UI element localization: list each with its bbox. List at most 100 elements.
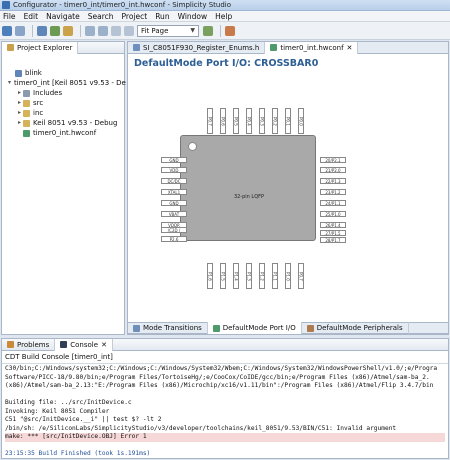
toolbar-separator	[80, 24, 81, 37]
menu-help[interactable]: Help	[215, 12, 232, 21]
tree-item-blink[interactable]: blink	[8, 68, 122, 78]
tab-project-explorer[interactable]: Project Explorer	[2, 41, 79, 54]
tab-mode-transitions[interactable]: Mode Transitions	[128, 322, 208, 334]
chip-pin[interactable]: 26/P1.4	[320, 222, 346, 228]
tree-item-hwconf[interactable]: timer0_int.hwconf	[8, 128, 122, 138]
chip-pin[interactable]: 27/P1.5	[320, 230, 346, 236]
tree-item-includes[interactable]: ▸ Includes	[8, 88, 122, 98]
chip-pin[interactable]: P0.7	[207, 108, 213, 134]
chip-pin[interactable]: P0.1	[285, 108, 291, 134]
chip-pin[interactable]: P1.2	[259, 263, 265, 289]
header-file-icon	[133, 44, 140, 51]
chip-pin[interactable]: DC/DC	[161, 178, 187, 184]
menu-window[interactable]: Window	[178, 12, 208, 21]
menu-edit[interactable]: Edit	[24, 12, 39, 21]
console-line: Building file: ../src/InitDevice.c	[5, 399, 132, 406]
chip-pin[interactable]: GND	[161, 157, 187, 163]
chip-pin[interactable]: GND	[161, 200, 187, 206]
tab-hwconf[interactable]: timer0_int.hwconf ✕	[265, 41, 359, 54]
home-icon[interactable]	[2, 25, 12, 36]
port-io-icon	[212, 324, 220, 332]
hwconf-file-icon	[270, 44, 278, 51]
chip-body[interactable]: 32-pin LQFP	[180, 135, 316, 241]
chip-pin[interactable]: /C2D /	[161, 227, 187, 233]
chip-pin[interactable]: 24/P1.1	[320, 200, 346, 206]
chip-pin[interactable]: P1.4	[233, 263, 239, 289]
tree-collapse-icon[interactable]: ▸	[16, 118, 23, 128]
console-status-line: 23:15:35 Build Finished (took 1s.191ms)	[5, 450, 151, 457]
tree-collapse-icon[interactable]: ▸	[16, 98, 23, 108]
chip-pin[interactable]: VBAT	[161, 211, 187, 217]
zoom-out-icon[interactable]	[98, 25, 108, 36]
menu-file[interactable]: File	[3, 12, 16, 21]
new-icon[interactable]	[15, 25, 25, 36]
chip-pin[interactable]: P0.6	[220, 108, 226, 134]
tree-item-src[interactable]: ▸ src	[8, 98, 122, 108]
menu-search[interactable]: Search	[88, 12, 114, 21]
align-icon[interactable]	[111, 25, 121, 36]
tab-problems[interactable]: Problems	[2, 338, 56, 351]
zoom-in-icon[interactable]	[85, 25, 95, 36]
console-output[interactable]: C30/bin;C:/Windows/system32;C:/Windows;C…	[2, 364, 448, 460]
chip-pin[interactable]: 28/P1.7	[320, 237, 346, 243]
chip-pin[interactable]: P0.5	[233, 108, 239, 134]
chip-pin[interactable]: 22/P1.3	[320, 178, 346, 184]
chip-pin[interactable]: P0.2	[272, 108, 278, 134]
project-icon	[15, 69, 22, 77]
tab-register-enums[interactable]: SI_C8051F930_Register_Enums.h	[128, 41, 266, 54]
project-explorer-panel: Project Explorer blink ▾ timer0_int [Kei…	[1, 41, 126, 335]
tab-label: Mode Transitions	[143, 324, 202, 332]
chip-pin[interactable]: P0.7	[298, 263, 304, 289]
chip-pin[interactable]: 23/P1.2	[320, 189, 346, 195]
tree-item-timer0-int[interactable]: ▾ timer0_int [Keil 8051 v9.53 - De	[8, 78, 126, 88]
chip-pin[interactable]: P1.3	[246, 263, 252, 289]
build-icon[interactable]	[50, 25, 60, 36]
chip-pin[interactable]: 25/P1.0	[320, 211, 346, 217]
app-logo-icon	[2, 1, 10, 9]
console-tabs: Problems Console ✕	[2, 338, 448, 351]
close-icon[interactable]: ✕	[101, 341, 107, 349]
chip-pin[interactable]: P1.0	[285, 263, 291, 289]
tree-collapse-icon[interactable]: ▸	[16, 108, 23, 118]
chip-pin[interactable]: 20/P2.1	[320, 157, 346, 163]
tree-item-label: blink	[25, 69, 42, 77]
editor-bottom-tabs: Mode Transitions DefaultMode Port I/O De…	[128, 322, 448, 334]
close-icon[interactable]: ✕	[347, 44, 353, 52]
tree-item-label: Keil 8051 v9.53 - Debug	[33, 119, 118, 127]
chip-pin[interactable]: P1.1	[272, 263, 278, 289]
chip-pin[interactable]: VDD	[161, 167, 187, 173]
menu-navigate[interactable]: Navigate	[46, 12, 80, 21]
chip-pin[interactable]: P0.4	[246, 108, 252, 134]
tree-item-keil-debug[interactable]: ▸ Keil 8051 v9.53 - Debug	[8, 118, 122, 128]
debug-icon[interactable]	[63, 25, 73, 36]
menu-project[interactable]: Project	[122, 12, 148, 21]
chip-pin[interactable]: P0.0	[298, 108, 304, 134]
tab-project-explorer-label: Project Explorer	[17, 43, 73, 52]
chip-pin[interactable]: XTAL1	[161, 189, 187, 195]
chip-pin[interactable]: P1.5	[220, 263, 226, 289]
menu-run[interactable]: Run	[155, 12, 169, 21]
console-line: C30/bin;C:/Windows/system32;C:/Windows;C…	[5, 365, 438, 372]
chip-pin[interactable]: P0.3	[259, 108, 265, 134]
project-tree: blink ▾ timer0_int [Keil 8051 v9.53 - De…	[2, 54, 126, 138]
tab-console[interactable]: Console ✕	[55, 338, 113, 351]
tab-label: Problems	[17, 340, 50, 349]
distribute-icon[interactable]	[124, 25, 134, 36]
chip-pin[interactable]: P1.6	[207, 263, 213, 289]
tab-port-io[interactable]: DefaultMode Port I/O	[207, 322, 302, 334]
tree-collapse-icon[interactable]: ▸	[16, 88, 23, 98]
save-icon[interactable]	[37, 25, 47, 36]
zoom-select[interactable]: Fit Page ▼	[137, 24, 199, 37]
chip-pin[interactable]: 21/P2.0	[320, 167, 346, 173]
tab-peripherals[interactable]: DefaultMode Peripherals	[302, 322, 409, 334]
tab-label: Console	[70, 340, 99, 349]
run-icon[interactable]	[203, 25, 213, 36]
chip-pin[interactable]: P2.6	[161, 236, 187, 242]
console-line: C51 "@src/InitDevice.__i" || test $? -lt…	[5, 416, 162, 423]
tree-item-inc[interactable]: ▸ inc	[8, 108, 122, 118]
console-line: Invoking: Keil 8051 Compiler	[5, 407, 110, 415]
tree-expand-icon[interactable]: ▾	[8, 78, 11, 88]
chevron-down-icon: ▼	[190, 27, 195, 34]
search-icon[interactable]	[225, 25, 235, 36]
